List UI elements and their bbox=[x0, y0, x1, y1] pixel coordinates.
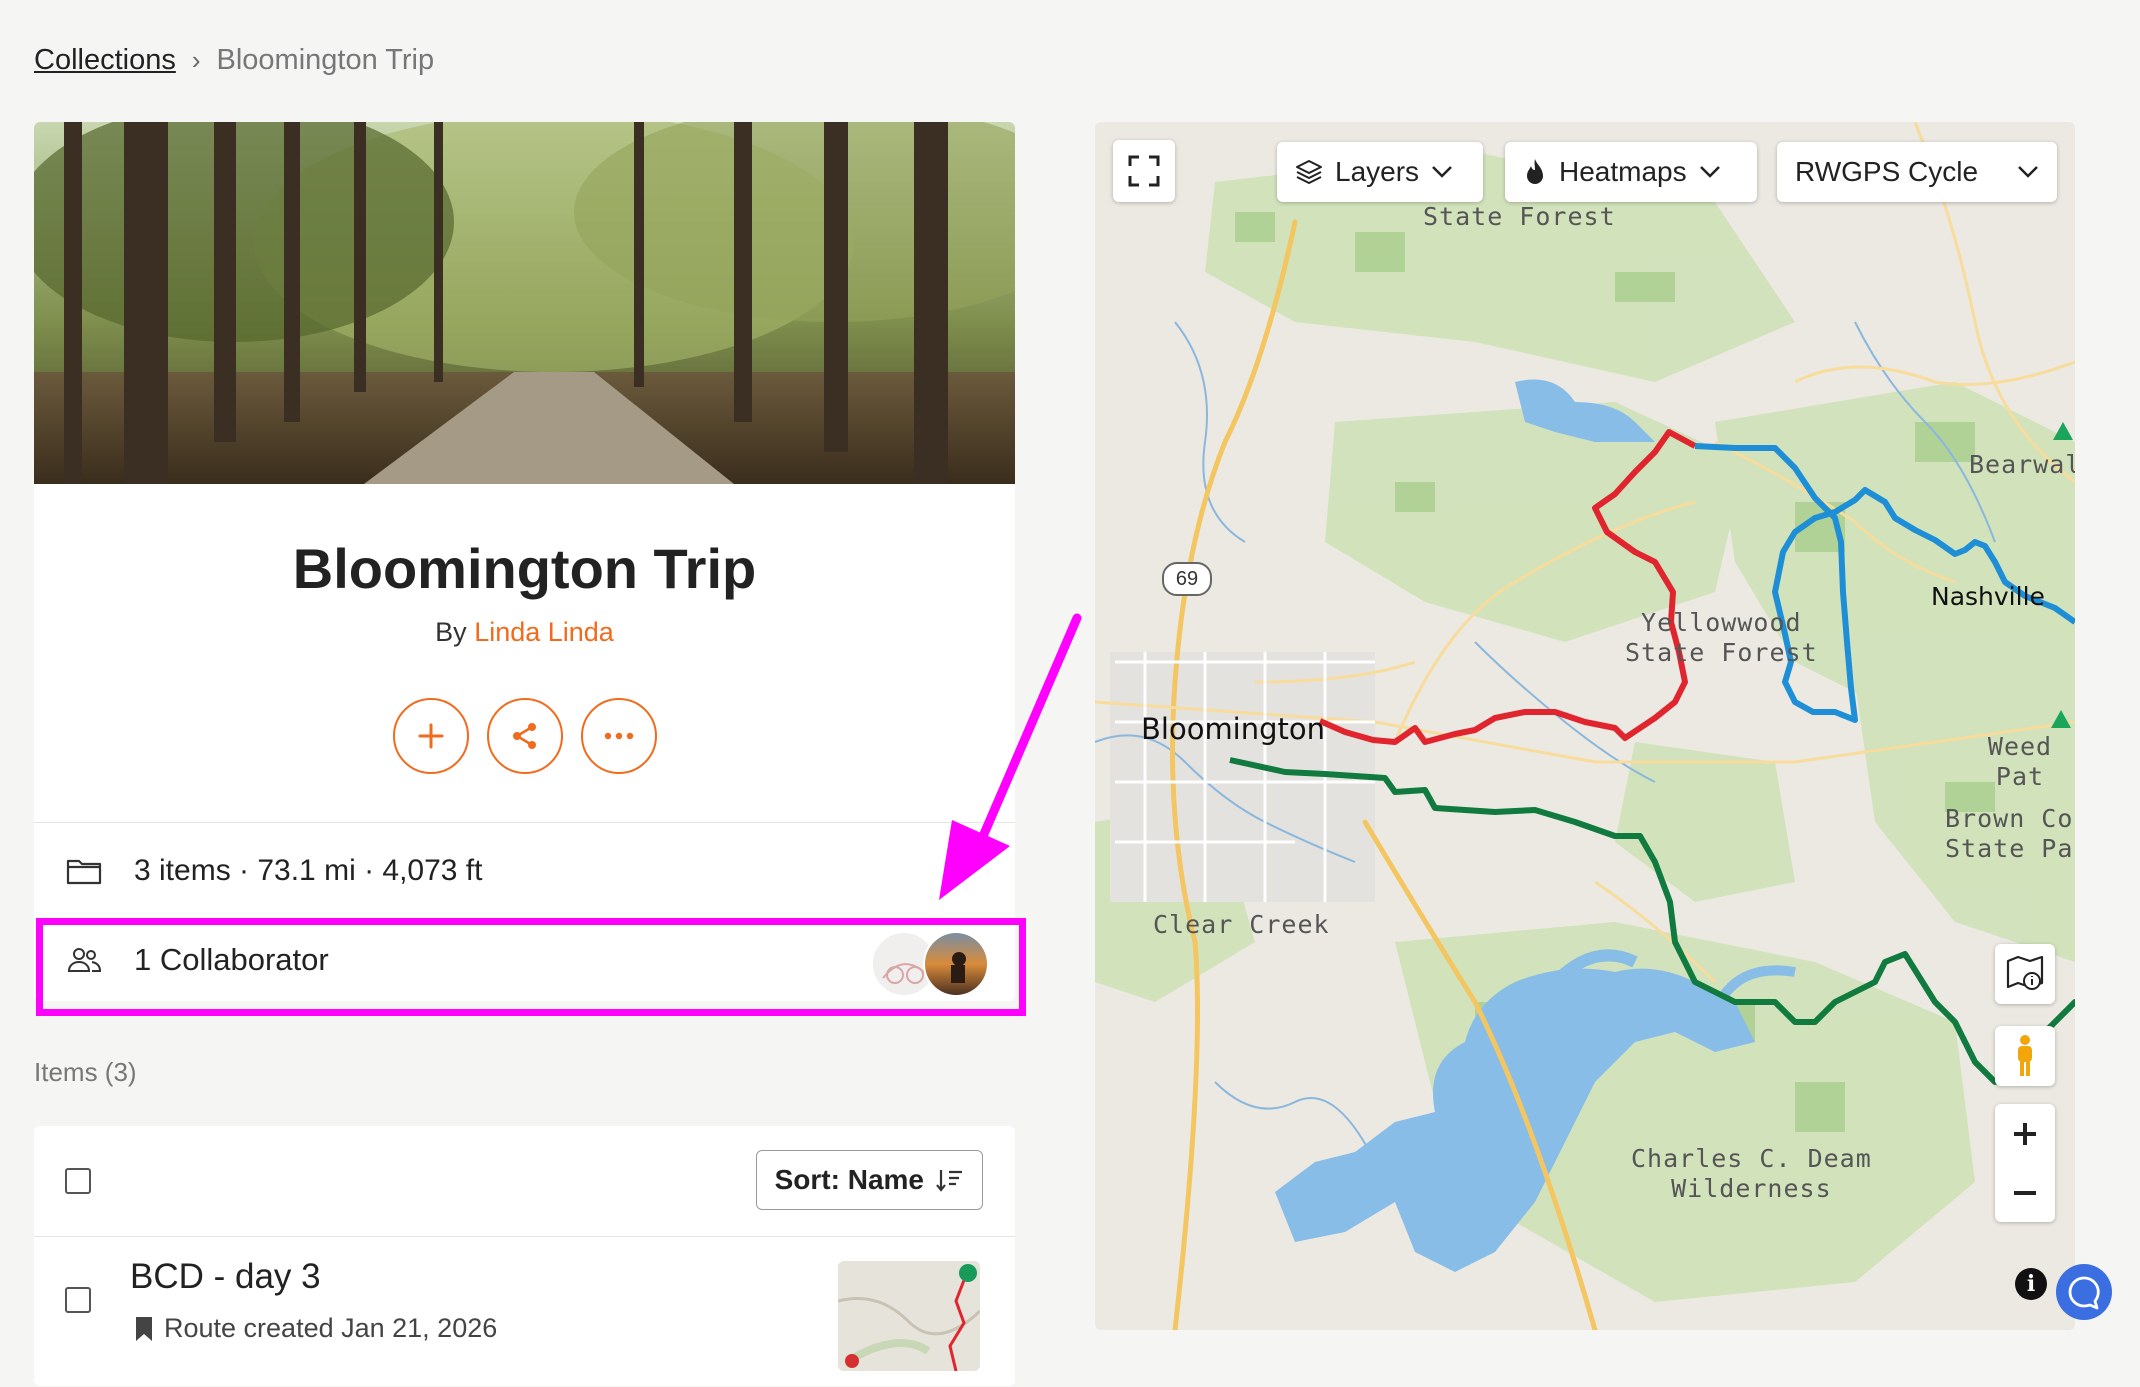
item-meta: Route created Jan 21, 2026 bbox=[134, 1313, 497, 1344]
layers-label: Layers bbox=[1335, 156, 1420, 187]
map-label-weed-patch: Weed Pat bbox=[1987, 732, 2053, 791]
select-all-checkbox[interactable] bbox=[65, 1168, 91, 1194]
bookmark-icon bbox=[136, 1316, 152, 1341]
breadcrumb-separator: › bbox=[191, 45, 201, 75]
map-style-label: RWGPS Cycle bbox=[1795, 156, 1979, 187]
route-thumbnail[interactable] bbox=[838, 1261, 980, 1371]
more-icon bbox=[604, 732, 633, 740]
minus-icon bbox=[2014, 1190, 2036, 1195]
item-title[interactable]: BCD - day 3 bbox=[130, 1257, 321, 1297]
items-toolbar: Sort: Name bbox=[34, 1126, 1015, 1237]
item-checkbox[interactable] bbox=[65, 1287, 91, 1313]
byline-prefix: By bbox=[435, 617, 467, 647]
items-heading: Items (3) bbox=[34, 1057, 137, 1087]
chat-icon bbox=[2068, 1276, 2100, 1310]
layers-icon bbox=[1296, 160, 1322, 184]
map-info-icon bbox=[2006, 955, 2044, 990]
map-label-state-forest: State Forest bbox=[1423, 202, 1616, 231]
collection-title: Bloomington Trip bbox=[292, 537, 757, 600]
breadcrumb: Collections › Bloomington Trip bbox=[34, 44, 434, 77]
map-label-yellowwood: Yellowwood State Forest bbox=[1625, 608, 1818, 667]
sort-label: Sort: Name bbox=[774, 1164, 924, 1195]
sort-button[interactable]: Sort: Name bbox=[755, 1150, 983, 1210]
layers-dropdown[interactable]: Layers bbox=[1277, 142, 1483, 202]
collection-card: Bloomington Trip By Linda Linda 3 items … bbox=[34, 122, 1015, 1001]
stats-text: 3 items · 73.1 mi · 4,073 ft bbox=[134, 854, 483, 887]
share-button[interactable] bbox=[486, 698, 563, 774]
fullscreen-button[interactable] bbox=[1113, 140, 1175, 202]
sort-icon bbox=[936, 1170, 962, 1192]
zoom-controls bbox=[1995, 1104, 2055, 1222]
byline: By Linda Linda bbox=[34, 617, 1015, 648]
share-icon bbox=[512, 723, 536, 749]
chevron-down-icon bbox=[1699, 166, 1720, 178]
more-button[interactable] bbox=[580, 698, 657, 774]
items-list: Sort: Name BCD - day 3 Route created Jan… bbox=[34, 1126, 1015, 1386]
map-label-clear-creek: Clear Creek bbox=[1153, 910, 1330, 939]
list-item[interactable]: BCD - day 3 Route created Jan 21, 2026 bbox=[34, 1237, 1015, 1387]
map-label-bearwall: Bearwall bbox=[1969, 450, 2075, 479]
street-view-button[interactable] bbox=[1995, 1026, 2055, 1086]
map-label-deam-wilderness: Charles C. Deam Wilderness bbox=[1631, 1144, 1872, 1203]
highway-shield-label: 69 bbox=[1175, 568, 1199, 590]
cover-photo bbox=[34, 122, 1015, 484]
zoom-in-button[interactable] bbox=[1995, 1104, 2055, 1163]
route-map[interactable]: State Forest Bearwall Yellowwood State F… bbox=[1095, 122, 2075, 1330]
heatmaps-label: Heatmaps bbox=[1559, 156, 1687, 187]
breadcrumb-current: Bloomington Trip bbox=[216, 44, 435, 76]
collection-actions bbox=[34, 698, 1015, 822]
add-icon bbox=[418, 723, 443, 749]
chevron-down-icon bbox=[1432, 166, 1452, 178]
plus-icon bbox=[2014, 1122, 2036, 1145]
breadcrumb-collections-link[interactable]: Collections bbox=[34, 44, 176, 77]
map-label-brown-county: Brown Co State Pa bbox=[1945, 804, 2074, 863]
chevron-down-icon bbox=[2018, 166, 2038, 178]
add-button[interactable] bbox=[392, 698, 469, 774]
collaborators-highlight bbox=[36, 918, 1026, 1016]
collection-stats: 3 items · 73.1 mi · 4,073 ft bbox=[34, 822, 1015, 919]
flame-icon bbox=[1527, 159, 1543, 184]
info-icon[interactable]: i bbox=[2015, 1268, 2047, 1300]
pegman-icon bbox=[2018, 1035, 2032, 1076]
fullscreen-icon bbox=[1128, 155, 1160, 187]
item-meta-text: Route created Jan 21, 2026 bbox=[164, 1313, 498, 1343]
chat-button[interactable] bbox=[2056, 1264, 2112, 1320]
map-legend-button[interactable] bbox=[1995, 944, 2055, 1004]
map-label-nashville: Nashville bbox=[1931, 582, 2045, 611]
map-label-bloomington: Bloomington bbox=[1141, 712, 1326, 746]
folder-icon bbox=[66, 857, 106, 885]
author-link[interactable]: Linda Linda bbox=[474, 617, 614, 647]
heatmaps-dropdown[interactable]: Heatmaps bbox=[1505, 142, 1757, 202]
annotation-arrow-icon bbox=[939, 613, 1082, 900]
zoom-out-button[interactable] bbox=[1995, 1163, 2055, 1222]
map-style-dropdown[interactable]: RWGPS Cycle bbox=[1777, 142, 2057, 202]
